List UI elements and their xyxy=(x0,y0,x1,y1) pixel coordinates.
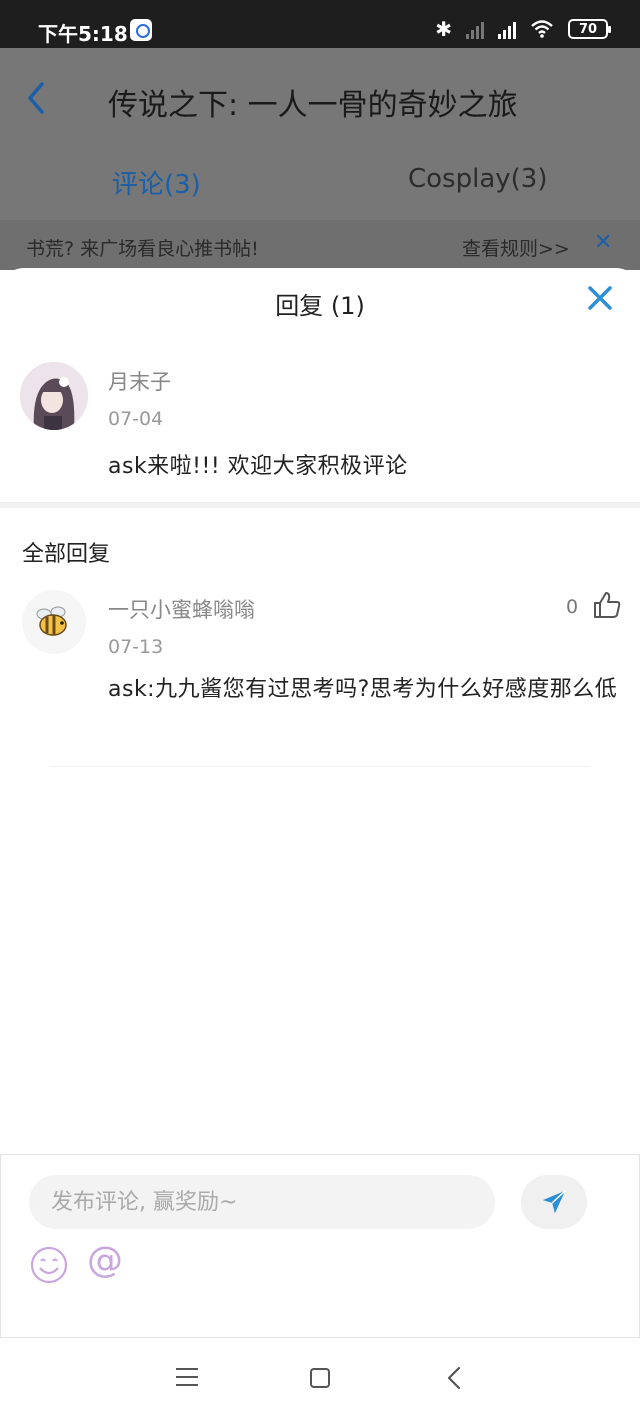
status-icons: ✱ 70 xyxy=(435,17,611,41)
page-header: 传说之下: 一人一骨的奇妙之旅 xyxy=(0,48,640,148)
back-arrow-icon[interactable] xyxy=(22,78,50,118)
page-title: 传说之下: 一人一骨的奇妙之旅 xyxy=(108,88,518,123)
tab-bar: 评论(3) Cosplay(3) xyxy=(0,156,640,216)
menu-icon[interactable] xyxy=(176,1368,198,1388)
background-page: 传说之下: 一人一骨的奇妙之旅 评论(3) Cosplay(3) 书荒? 来广场… xyxy=(0,48,640,270)
promo-banner[interactable]: 书荒? 来广场看良心推书帖! 查看规则>> ✕ xyxy=(0,220,640,270)
status-bar: 下午5:18 ✱ 70 xyxy=(0,0,640,48)
comment-input[interactable] xyxy=(29,1175,495,1229)
bee-avatar-icon[interactable] xyxy=(22,590,86,654)
comment-input-bar: @ xyxy=(0,1154,640,1338)
reply-text: ask:九九酱您有过思考吗?思考为什么好感度那么低 xyxy=(108,677,618,702)
reply-divider xyxy=(50,766,590,767)
system-nav-bar xyxy=(0,1338,640,1422)
close-icon[interactable] xyxy=(584,282,616,314)
thumbs-up-icon[interactable] xyxy=(592,590,622,620)
bluetooth-icon: ✱ xyxy=(435,17,452,41)
reply-author[interactable]: 一只小蜜蜂嗡嗡 xyxy=(108,594,255,624)
reply-date: 07-13 xyxy=(108,636,164,658)
comment-text: ask来啦!!! 欢迎大家积极评论 xyxy=(108,454,408,479)
comment-author[interactable]: 月末子 xyxy=(108,366,171,396)
emoji-icon[interactable] xyxy=(29,1245,69,1285)
nav-back-icon[interactable] xyxy=(446,1366,462,1390)
banner-close-icon[interactable]: ✕ xyxy=(594,230,612,255)
like-count: 0 xyxy=(566,596,579,618)
banner-text: 书荒? 来广场看良心推书帖! xyxy=(26,238,259,260)
battery-icon: 70 xyxy=(568,19,611,39)
view-rules-link[interactable]: 查看规则>> xyxy=(462,234,570,261)
baidu-app-icon xyxy=(130,19,152,41)
send-button[interactable] xyxy=(521,1175,587,1229)
hd-signal-icon xyxy=(498,19,516,39)
tab-comments[interactable]: 评论(3) xyxy=(112,164,201,201)
mention-button[interactable]: @ xyxy=(87,1239,123,1283)
signal-icon xyxy=(466,19,484,39)
tab-cosplay[interactable]: Cosplay(3) xyxy=(408,164,547,194)
status-time: 下午5:18 xyxy=(38,22,128,46)
send-icon xyxy=(542,1190,566,1214)
sheet-title: 回复 (1) xyxy=(275,292,365,320)
all-replies-heading: 全部回复 xyxy=(22,542,111,567)
battery-level: 70 xyxy=(578,21,598,37)
section-divider xyxy=(0,502,640,508)
avatar[interactable] xyxy=(20,362,88,430)
wifi-icon xyxy=(530,19,554,39)
comment-date: 07-04 xyxy=(108,408,164,430)
home-icon[interactable] xyxy=(310,1368,330,1388)
